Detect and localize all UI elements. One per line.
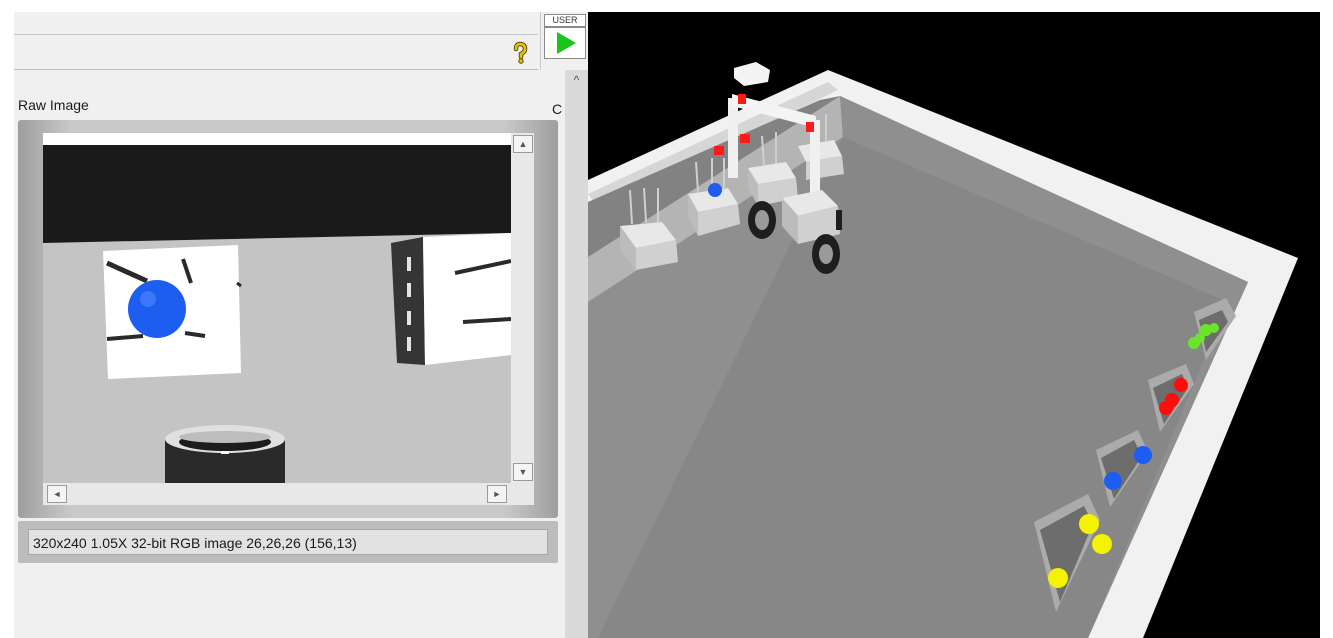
panel-left-margin (0, 0, 14, 638)
panel-top-margin (0, 0, 588, 12)
image-vertical-scrollbar[interactable]: ▲ ▼ (511, 133, 534, 483)
scroll-corner (511, 483, 534, 505)
help-icon[interactable] (510, 41, 530, 65)
toolbar-row-bottom (14, 35, 538, 70)
panel-scrollbar[interactable]: ^ (565, 70, 588, 638)
image-horizontal-scrollbar[interactable]: ◄ ► (43, 483, 511, 505)
scroll-up-button[interactable]: ▲ (513, 135, 533, 153)
image-info-status: 320x240 1.05X 32-bit RGB image 26,26,26 … (28, 529, 548, 555)
scroll-left-button[interactable]: ◄ (47, 485, 67, 503)
clipped-label: C (552, 101, 563, 117)
scroll-right-button[interactable]: ► (487, 485, 507, 503)
toolbar-row-top (14, 12, 538, 35)
right-margin (1320, 0, 1333, 638)
play-icon (557, 32, 576, 54)
raw-image-display[interactable] (43, 133, 511, 483)
run-button[interactable] (544, 27, 586, 59)
user-run-control: USER (540, 12, 588, 70)
robot-simulation-3d-view[interactable] (588, 12, 1320, 638)
raw-image-title: Raw Image (18, 97, 89, 113)
scroll-down-button[interactable]: ▼ (513, 463, 533, 481)
user-label: USER (544, 14, 586, 27)
caret-up-icon[interactable]: ^ (565, 72, 588, 88)
left-panel: USER ^ Raw Image C ▲ ▼ ◄ ► 320x240 1.05X… (0, 0, 588, 638)
